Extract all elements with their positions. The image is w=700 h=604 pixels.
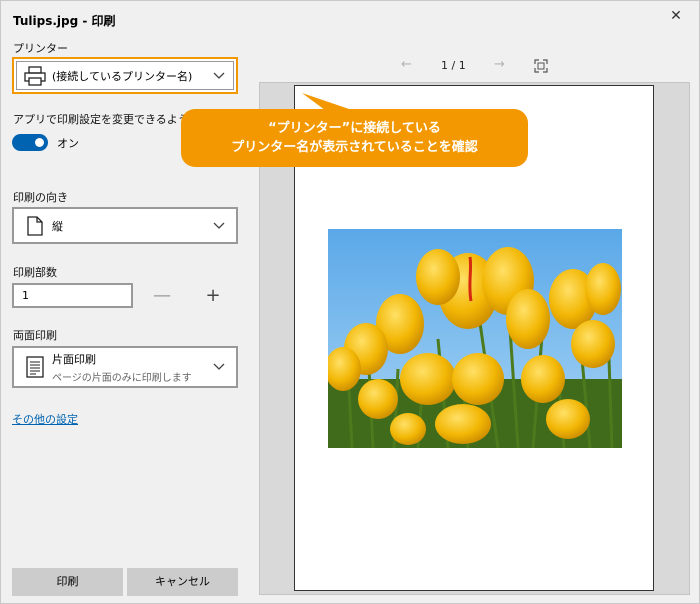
chevron-down-icon [208, 215, 230, 237]
print-dialog: Tulips.jpg - 印刷 ✕ プリンター (接続しているプリンター名) ア… [0, 0, 700, 604]
print-button[interactable]: 印刷 [12, 568, 123, 596]
prev-page-icon[interactable]: ← [401, 57, 412, 72]
callout-line-1: “プリンター”に接続している [268, 121, 441, 136]
duplex-label: 両面印刷 [13, 329, 57, 342]
chevron-down-icon [208, 356, 230, 378]
orientation-select-value: 縦 [52, 219, 63, 233]
printer-select-inner-border [16, 61, 234, 90]
printer-label: プリンター [13, 42, 68, 55]
page-indicator: 1 / 1 [441, 59, 466, 72]
copies-input[interactable]: 1 [12, 283, 133, 308]
close-icon[interactable]: ✕ [667, 7, 685, 25]
dialog-title: Tulips.jpg - 印刷 [13, 14, 116, 28]
copies-label: 印刷部数 [13, 266, 57, 279]
next-page-icon[interactable]: → [494, 57, 505, 72]
toggle-state-label: オン [57, 137, 79, 150]
orientation-label: 印刷の向き [13, 191, 68, 204]
orientation-select[interactable]: 縦 [12, 207, 238, 244]
cancel-button[interactable]: キャンセル [127, 568, 238, 596]
callout-annotation: “プリンター”に接続している プリンター名が表示されていることを確認 [181, 109, 528, 167]
single-sided-page-icon [22, 354, 48, 380]
portrait-page-icon [22, 213, 48, 239]
tulip-photo [328, 229, 622, 448]
app-settings-toggle[interactable] [12, 134, 48, 151]
app-settings-label: アプリで印刷設定を変更できるように [13, 113, 200, 126]
duplex-select-value: 片面印刷 [52, 352, 96, 366]
more-settings-link[interactable]: その他の設定 [12, 411, 78, 427]
printer-select[interactable]: (接続しているプリンター名) [12, 57, 238, 94]
duplex-texts: 片面印刷 ページの片面のみに印刷します [52, 351, 208, 384]
increment-button[interactable]: + [202, 285, 224, 307]
duplex-select[interactable]: 片面印刷 ページの片面のみに印刷します [12, 346, 238, 388]
fit-to-window-icon[interactable] [534, 58, 548, 77]
callout-line-2: プリンター名が表示されていることを確認 [231, 140, 478, 155]
decrement-button[interactable]: — [151, 285, 173, 307]
duplex-description: ページの片面のみに印刷します [52, 372, 192, 384]
